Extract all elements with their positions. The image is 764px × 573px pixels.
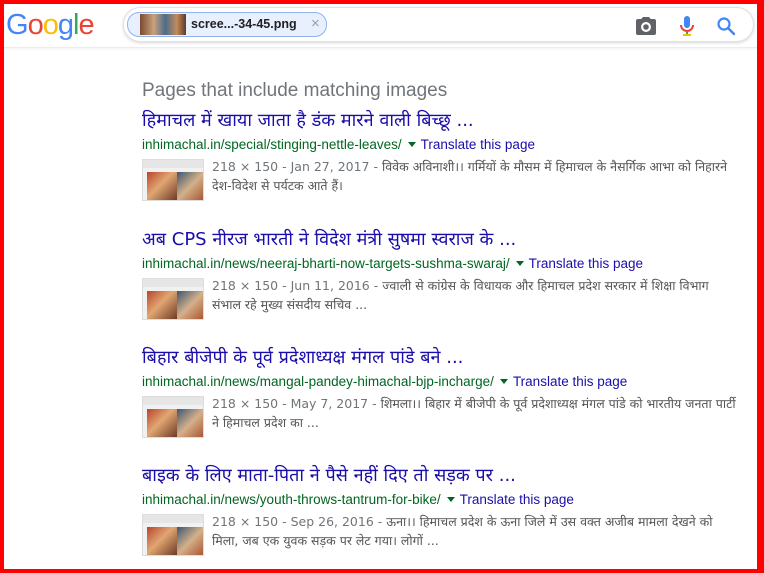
results-area: Pages that include matching images हिमाच…	[4, 48, 757, 569]
logo-letter: g	[57, 9, 74, 41]
dropdown-caret-icon[interactable]	[407, 142, 416, 148]
snippet-line: ज्वाली से कांग्रेस के विधायक और हिमाचल प…	[382, 278, 709, 293]
snippet-line: शिमला।। बिहार में बीजेपी के पूर्व प्रदेश…	[380, 396, 736, 411]
result-body: 218 × 150 - Jun 11, 2016 - ज्वाली से कां…	[142, 276, 757, 322]
search-result: अब CPS नीरज भारती ने विदेश मंत्री सुषमा …	[142, 228, 757, 322]
result-body: 218 × 150 - Jan 27, 2017 - विवेक अविनाशी…	[142, 157, 757, 203]
search-icon[interactable]	[714, 14, 738, 38]
query-image-thumbnail	[140, 14, 186, 35]
translate-link[interactable]: Translate this page	[460, 492, 574, 507]
snippet-line: देश-विदेश से पर्यटक आते हैं।	[212, 178, 343, 193]
result-snippet: 218 × 150 - Jun 11, 2016 - ज्वाली से कां…	[212, 276, 757, 314]
result-thumbnail[interactable]	[142, 278, 204, 320]
result-meta: 218 × 150 - Jan 27, 2017 -	[212, 159, 382, 174]
result-title-link[interactable]: हिमाचल में खाया जाता है डंक मारने वाली ब…	[142, 109, 757, 133]
search-box[interactable]: scree...-34-45.png ×	[123, 7, 754, 42]
snippet-line: संभाल रहे मुख्य संसदीय सचिव ...	[212, 297, 368, 312]
dropdown-caret-icon[interactable]	[499, 379, 508, 385]
search-result: हिमाचल में खाया जाता है डंक मारने वाली ब…	[142, 109, 757, 203]
snippet-line: विवेक अविनाशी।। गर्मियों के मौसम में हिम…	[381, 159, 728, 174]
snippet-line: ऊना।। हिमाचल प्रदेश के ऊना जिले में उस व…	[386, 514, 713, 529]
result-snippet: 218 × 150 - May 7, 2017 - शिमला।। बिहार …	[212, 394, 757, 432]
close-icon[interactable]: ×	[311, 15, 320, 32]
result-url-line: inhimachal.in/news/neeraj-bharti-now-tar…	[142, 255, 757, 273]
result-body: 218 × 150 - May 7, 2017 - शिमला।। बिहार …	[142, 394, 757, 440]
result-meta: 218 × 150 - Jun 11, 2016 -	[212, 278, 383, 293]
search-result: बिहार बीजेपी के पूर्व प्रदेशाध्यक्ष मंगल…	[142, 346, 757, 440]
translate-link[interactable]: Translate this page	[421, 137, 535, 152]
result-url[interactable]: inhimachal.in/news/neeraj-bharti-now-tar…	[142, 256, 510, 271]
result-url-line: inhimachal.in/news/youth-throws-tantrum-…	[142, 491, 757, 509]
result-thumbnail[interactable]	[142, 396, 204, 438]
image-query-chip[interactable]: scree...-34-45.png ×	[127, 12, 327, 37]
result-title-link[interactable]: अब CPS नीरज भारती ने विदेश मंत्री सुषमा …	[142, 228, 757, 252]
camera-icon[interactable]	[634, 14, 658, 38]
query-image-filename: scree...-34-45.png	[191, 17, 297, 31]
result-body: 218 × 150 - Sep 26, 2016 - ऊना।। हिमाचल …	[142, 512, 757, 558]
translate-link[interactable]: Translate this page	[513, 374, 627, 389]
logo-letter: G	[6, 9, 29, 41]
translate-link[interactable]: Translate this page	[529, 256, 643, 271]
logo-letter: o	[27, 9, 44, 41]
result-meta: 218 × 150 - Sep 26, 2016 -	[212, 514, 387, 529]
result-thumbnail[interactable]	[142, 514, 204, 556]
result-meta: 218 × 150 - May 7, 2017 -	[212, 396, 381, 411]
result-snippet: 218 × 150 - Jan 27, 2017 - विवेक अविनाशी…	[212, 157, 757, 195]
result-url-line: inhimachal.in/news/mangal-pandey-himacha…	[142, 373, 757, 391]
search-result: बाइक के लिए माता-पिता ने पैसे नहीं दिए त…	[142, 464, 757, 558]
result-url[interactable]: inhimachal.in/news/mangal-pandey-himacha…	[142, 374, 494, 389]
dropdown-caret-icon[interactable]	[515, 261, 524, 267]
result-url[interactable]: inhimachal.in/news/youth-throws-tantrum-…	[142, 492, 441, 507]
section-title: Pages that include matching images	[142, 80, 448, 101]
top-bar: Google scree...-34-45.png ×	[4, 4, 757, 48]
result-snippet: 218 × 150 - Sep 26, 2016 - ऊना।। हिमाचल …	[212, 512, 757, 550]
microphone-icon[interactable]	[675, 14, 699, 38]
logo-letter: o	[42, 9, 59, 41]
result-title-link[interactable]: बिहार बीजेपी के पूर्व प्रदेशाध्यक्ष मंगल…	[142, 346, 757, 370]
result-url[interactable]: inhimachal.in/special/stinging-nettle-le…	[142, 137, 402, 152]
dropdown-caret-icon[interactable]	[446, 497, 455, 503]
result-thumbnail[interactable]	[142, 159, 204, 201]
google-logo[interactable]: Google	[6, 7, 95, 43]
logo-letter: e	[78, 9, 94, 41]
snippet-line: ने हिमाचल प्रदेश का ...	[212, 415, 319, 430]
snippet-line: मिला, जब एक युवक सड़क पर लेट गया। लोगों …	[212, 533, 439, 548]
result-title-link[interactable]: बाइक के लिए माता-पिता ने पैसे नहीं दिए त…	[142, 464, 757, 488]
result-url-line: inhimachal.in/special/stinging-nettle-le…	[142, 136, 757, 154]
browser-frame: Google scree...-34-45.png × Pages that i…	[4, 4, 757, 569]
